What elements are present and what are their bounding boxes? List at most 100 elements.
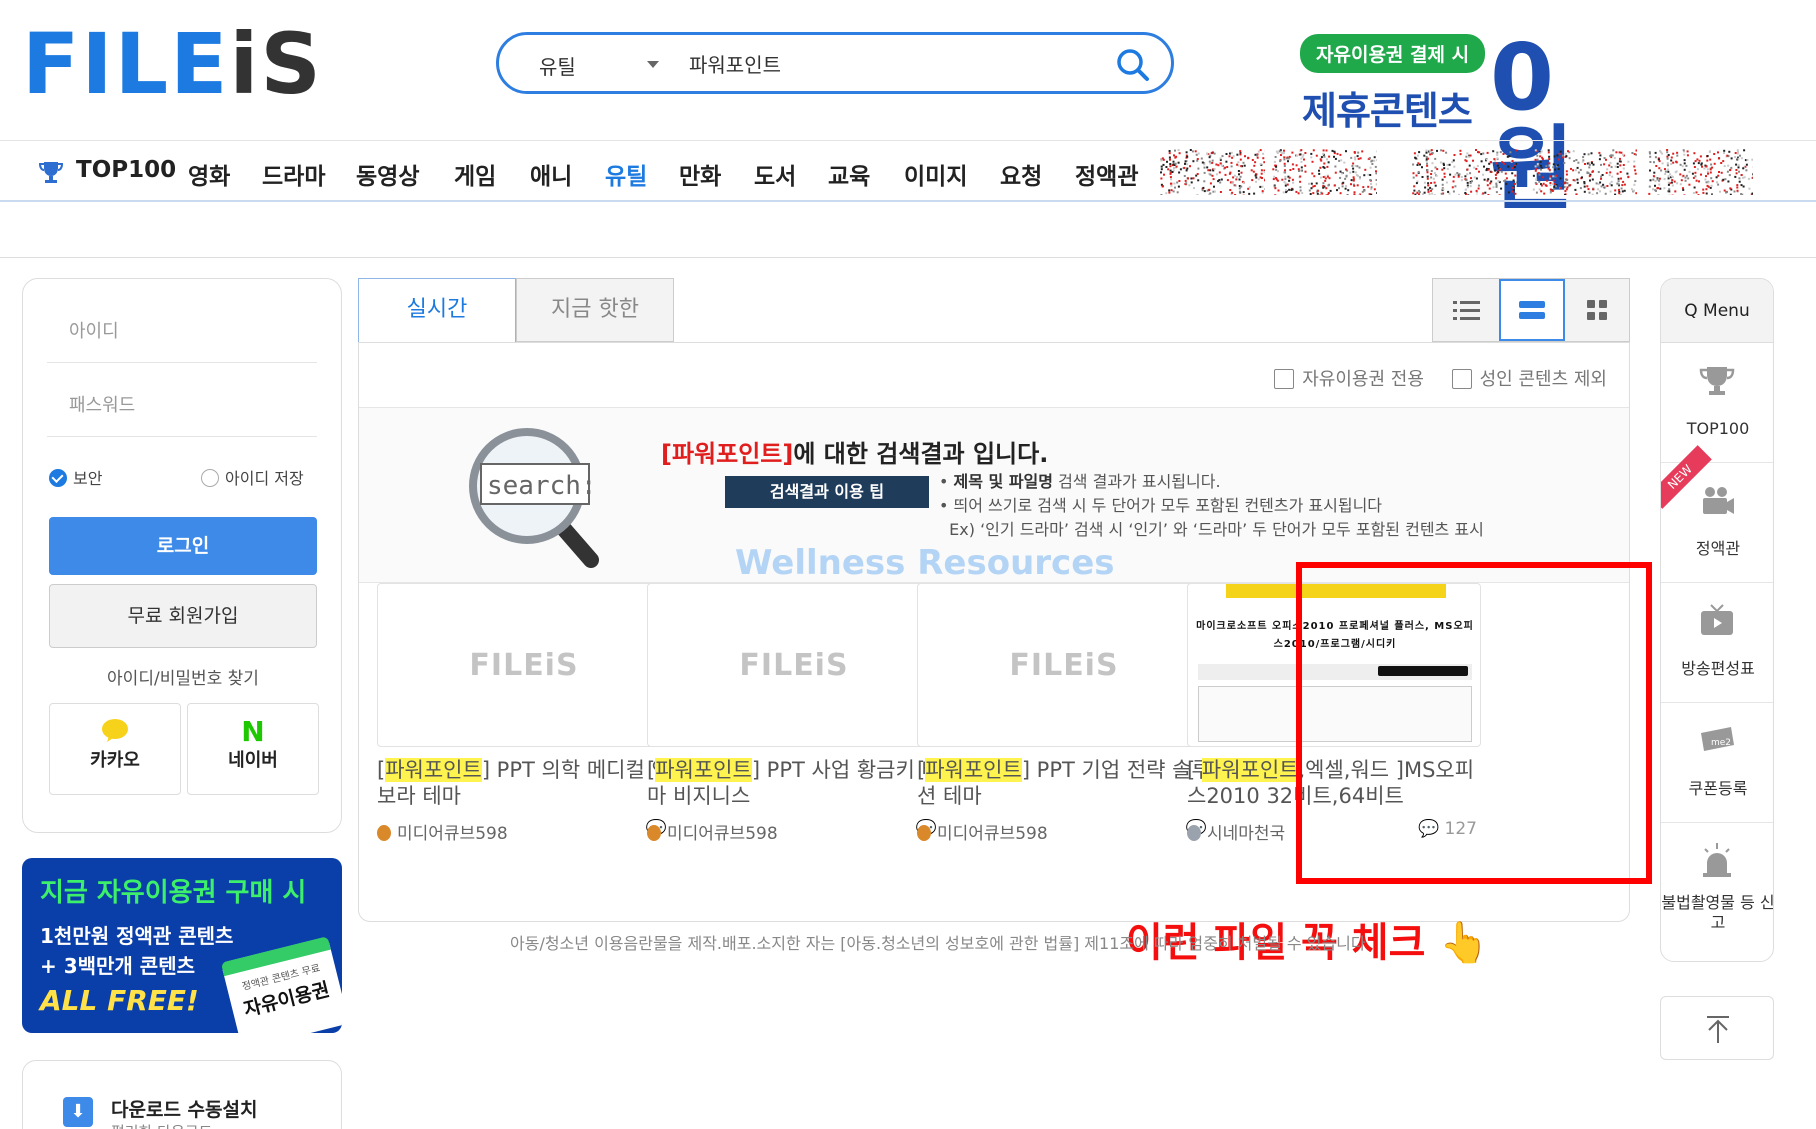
card-title[interactable]: [파워포인트] PPT 기업 전략 솔루션 테마 bbox=[917, 757, 1213, 811]
login-panel: 아이디 패스워드 보안 아이디 저장 로그인 무료 회원가입 아이디/비밀번호 … bbox=[22, 278, 342, 833]
naver-icon: N bbox=[241, 715, 265, 748]
promo-title: 제휴콘텐츠 bbox=[1302, 89, 1473, 133]
result-card[interactable]: FILEiS [파워포인트] PPT 기업 전략 솔루션 테마 미디어큐브598… bbox=[917, 583, 1213, 844]
annotation-red-box bbox=[1296, 562, 1652, 884]
search-image-text: search: bbox=[487, 471, 597, 501]
wide-view-button[interactable] bbox=[1499, 279, 1565, 341]
check-icon bbox=[49, 469, 67, 487]
ticket-image: 정액관 콘텐츠 무료 자유이용권 bbox=[220, 936, 342, 1033]
thumbnail-placeholder[interactable]: FILEiS bbox=[917, 583, 1211, 747]
ad-noise-image bbox=[1160, 149, 1265, 195]
uploader-name: 미디어큐브598 bbox=[937, 824, 1048, 844]
naver-login-button[interactable]: N 네이버 bbox=[187, 703, 319, 795]
nav-item-5[interactable]: 애니 bbox=[530, 157, 572, 191]
site-logo[interactable]: FILEiS bbox=[22, 22, 323, 106]
nav-item-12[interactable]: 정액관 bbox=[1075, 157, 1138, 191]
promo-banner[interactable]: 자유이용권 결제 시 제휴콘텐츠 0원 bbox=[1300, 32, 1630, 216]
nav-item-3[interactable]: 동영상 bbox=[356, 157, 419, 191]
search-icon[interactable] bbox=[1113, 45, 1153, 85]
nav-item-9[interactable]: 교육 bbox=[828, 157, 870, 191]
medal-icon bbox=[647, 825, 661, 841]
filter-row: 자유이용권 전용 성인 콘텐츠 제외 bbox=[1252, 365, 1607, 391]
download-title: 다운로드 수동설치 bbox=[111, 1099, 258, 1121]
free-only-checkbox[interactable] bbox=[1274, 369, 1295, 389]
ad-noise-image bbox=[1272, 149, 1377, 195]
download-subtitle: 편리한 다운로드 bbox=[111, 1121, 212, 1129]
result-title: [파워포인트]에 대한 검색결과 입니다. bbox=[661, 440, 1049, 468]
find-account-link[interactable]: 아이디/비밀번호 찾기 bbox=[23, 664, 343, 689]
result-card[interactable]: FILEiS [파워포인트] PPT 사업 황금키 테마 비지니스 미디어큐브5… bbox=[647, 583, 943, 844]
card-meta: 미디어큐브598💬 bbox=[647, 819, 943, 844]
svg-text:me2: me2 bbox=[1711, 738, 1731, 748]
header: FILEiS 유틸 자유이용권 결제 시 제휴콘텐츠 0원 bbox=[0, 0, 1816, 216]
save-id-toggle[interactable]: 아이디 저장 bbox=[201, 465, 304, 489]
coupon-icon: me2 bbox=[1701, 727, 1734, 751]
tab-realtime[interactable]: 실시간 bbox=[358, 278, 516, 342]
kakao-login-button[interactable]: 카카오 bbox=[49, 703, 181, 795]
chevron-down-icon[interactable] bbox=[647, 61, 659, 68]
qmenu-label: 정액관 bbox=[1695, 539, 1741, 558]
banner-line-2: 1천만원 정액관 콘텐츠 bbox=[40, 924, 234, 948]
uploader-name: 시네마천국 bbox=[1207, 824, 1286, 844]
qmenu-item-coupon[interactable]: me2 쿠폰등록 bbox=[1661, 703, 1773, 823]
join-button[interactable]: 무료 회원가입 bbox=[49, 584, 317, 648]
qmenu-item-flatrate[interactable]: NEW 정액관 bbox=[1661, 445, 1773, 583]
thumbnail-placeholder[interactable]: FILEiS bbox=[647, 583, 941, 747]
nav-item-10[interactable]: 이미지 bbox=[904, 157, 967, 191]
legal-notice: 아동/청소년 이용음란물을 제작.배포.소지한 자는 [아동.청소년의 성보호에… bbox=[510, 934, 1366, 953]
qmenu-item-report[interactable]: 불법촬영물 등 신고 bbox=[1661, 823, 1773, 943]
qmenu-item-schedule[interactable]: 방송편성표 bbox=[1661, 583, 1773, 703]
tab-hot[interactable]: 지금 핫한 bbox=[516, 278, 674, 342]
medal-icon bbox=[377, 825, 391, 841]
exclude-adult-checkbox[interactable] bbox=[1451, 369, 1472, 389]
nav-item-8[interactable]: 도서 bbox=[754, 157, 796, 191]
grid-view-button[interactable] bbox=[1565, 279, 1631, 341]
result-card[interactable]: FILEiS [파워포인트] PPT 의학 메디컬 연보라 테마 미디어큐브59… bbox=[377, 583, 673, 844]
radio-icon bbox=[201, 469, 219, 487]
subscription-banner[interactable]: 지금 자유이용권 구매 시 1천만원 정액관 콘텐츠 + 3백만개 콘텐츠 AL… bbox=[22, 858, 342, 1033]
ad-noise-image bbox=[1412, 149, 1517, 195]
quick-menu-title: Q Menu bbox=[1661, 279, 1773, 343]
arrow-up-icon bbox=[1707, 1016, 1729, 1043]
card-title[interactable]: [파워포인트] PPT 사업 황금키 테마 비지니스 bbox=[647, 757, 943, 811]
free-only-label: 자유이용권 전용 bbox=[1302, 369, 1424, 390]
sub-bar bbox=[0, 203, 1816, 258]
nav-item-1[interactable]: 영화 bbox=[188, 157, 230, 191]
banner-line-3: + 3백만개 콘텐츠 bbox=[40, 954, 195, 978]
watermark: Wellness Resources bbox=[735, 543, 1115, 583]
nav-item-6[interactable]: 유틸 bbox=[605, 157, 647, 191]
banner-line-1: 지금 자유이용권 구매 시 bbox=[40, 878, 307, 908]
view-toggle-group bbox=[1432, 278, 1630, 342]
kakao-icon bbox=[50, 718, 180, 746]
medal-icon bbox=[917, 825, 931, 841]
download-install-box[interactable]: ⬇ 다운로드 수동설치 편리한 다운로드 bbox=[22, 1060, 342, 1129]
search-category-select[interactable]: 유틸 bbox=[539, 51, 576, 80]
nav-item-0[interactable]: TOP100 bbox=[76, 157, 176, 183]
password-field[interactable]: 패스워드 bbox=[47, 365, 317, 437]
secure-toggle[interactable]: 보안 bbox=[49, 465, 102, 489]
thumbnail-placeholder[interactable]: FILEiS bbox=[377, 583, 671, 747]
nav-item-11[interactable]: 요청 bbox=[1000, 157, 1042, 191]
save-id-label: 아이디 저장 bbox=[225, 469, 304, 488]
grid-icon bbox=[1587, 300, 1607, 320]
tv-icon bbox=[1701, 604, 1733, 635]
list-view-button[interactable] bbox=[1433, 279, 1499, 341]
id-field[interactable]: 아이디 bbox=[47, 291, 317, 363]
scroll-top-button[interactable] bbox=[1660, 996, 1774, 1060]
search-box: 유틸 bbox=[496, 32, 1174, 94]
search-input[interactable] bbox=[689, 45, 1069, 81]
qmenu-item-top100[interactable]: TOP100 bbox=[1661, 343, 1773, 463]
main-nav: TOP100 영화 드라마 동영상 게임 애니 유틸 만화 도서 교육 이미지 요청 정액관 bbox=[0, 140, 1816, 202]
nav-item-2[interactable]: 드라마 bbox=[262, 157, 325, 191]
video-camera-icon bbox=[1703, 487, 1734, 514]
card-title[interactable]: [파워포인트] PPT 의학 메디컬 연보라 테마 bbox=[377, 757, 673, 811]
nav-item-7[interactable]: 만화 bbox=[679, 157, 721, 191]
card-meta: 미디어큐브598💬 bbox=[377, 819, 673, 844]
login-button[interactable]: 로그인 bbox=[49, 517, 317, 575]
nav-item-4[interactable]: 게임 bbox=[454, 157, 496, 191]
list-icon bbox=[1453, 301, 1480, 320]
qmenu-label: TOP100 bbox=[1686, 419, 1750, 438]
tip-badge: 검색결과 이용 팁 bbox=[725, 476, 929, 508]
secure-label: 보안 bbox=[73, 469, 103, 488]
kakao-label: 카카오 bbox=[90, 750, 140, 771]
